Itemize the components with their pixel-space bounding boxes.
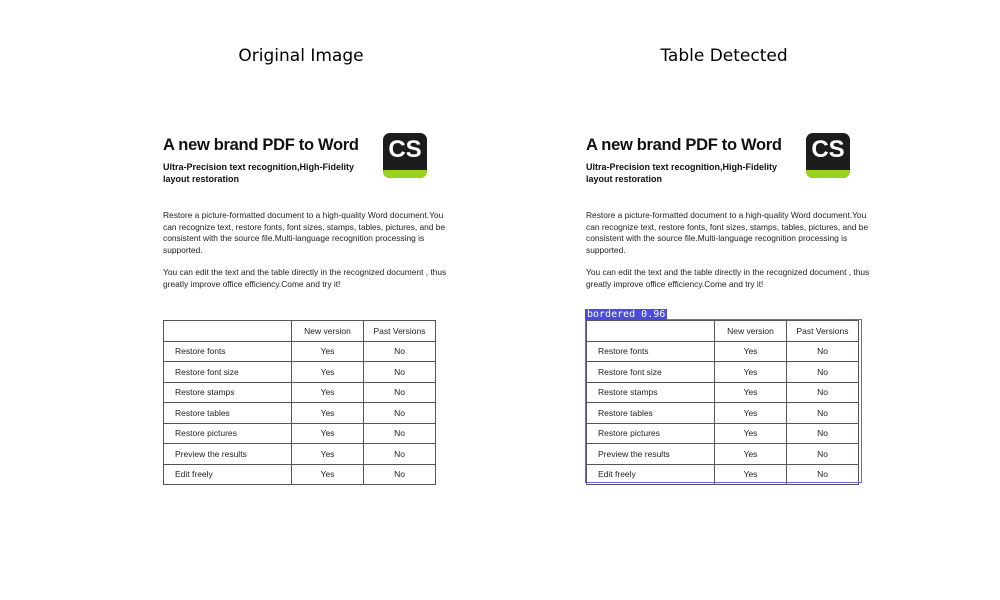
table-cell: Edit freely bbox=[163, 463, 292, 485]
table-cell: Yes bbox=[291, 443, 364, 465]
comparison-table: New version Past Versions Restore fonts Y… bbox=[586, 320, 859, 485]
table-cell: Restore pictures bbox=[163, 422, 292, 444]
table-cell: No bbox=[363, 381, 436, 403]
table-cell: Yes bbox=[291, 361, 364, 383]
table-header-cell: Past Versions bbox=[786, 320, 859, 342]
table-cell: Yes bbox=[714, 361, 787, 383]
table-cell: No bbox=[363, 402, 436, 424]
document-subtitle: Ultra-Precision text recognition,High-Fi… bbox=[586, 162, 778, 184]
table-cell: No bbox=[786, 361, 859, 383]
table-row: Preview the results Yes No bbox=[586, 443, 859, 465]
table-header-row: New version Past Versions bbox=[586, 320, 859, 342]
original-document: A new brand PDF to Word Ultra-Precision … bbox=[163, 130, 463, 490]
table-cell: No bbox=[786, 340, 859, 362]
table-cell: Yes bbox=[291, 381, 364, 403]
document-paragraph-1: Restore a picture-formatted document to … bbox=[163, 210, 446, 255]
table-cell: Yes bbox=[291, 340, 364, 362]
table-cell: Restore stamps bbox=[586, 381, 715, 403]
document-paragraph-1: Restore a picture-formatted document to … bbox=[586, 210, 869, 255]
table-header-row: New version Past Versions bbox=[163, 320, 436, 342]
table-row: Restore tables Yes No bbox=[586, 402, 859, 424]
table-cell: No bbox=[786, 381, 859, 403]
table-cell: No bbox=[786, 422, 859, 444]
detection-label: bordered 0.96 bbox=[585, 309, 668, 320]
table-cell: No bbox=[786, 463, 859, 485]
document-paragraph-2: You can edit the text and the table dire… bbox=[163, 267, 447, 289]
logo-text: CS bbox=[388, 136, 422, 163]
document-title: A new brand PDF to Word bbox=[586, 136, 782, 154]
table-cell: No bbox=[363, 443, 436, 465]
table-cell: Yes bbox=[714, 463, 787, 485]
table-cell: No bbox=[363, 422, 436, 444]
table-row: Restore stamps Yes No bbox=[586, 381, 859, 403]
detected-document: A new brand PDF to Word Ultra-Precision … bbox=[585, 130, 886, 490]
table-row: Restore stamps Yes No bbox=[163, 381, 436, 403]
table-cell: No bbox=[363, 463, 436, 485]
table-cell: Edit freely bbox=[586, 463, 715, 485]
table-cell: Yes bbox=[714, 381, 787, 403]
logo-text: CS bbox=[811, 136, 845, 163]
table-row: Restore fonts Yes No bbox=[586, 340, 859, 362]
document-title: A new brand PDF to Word bbox=[163, 136, 359, 154]
comparison-table: New version Past Versions Restore fonts Y… bbox=[163, 320, 436, 485]
document-subtitle: Ultra-Precision text recognition,High-Fi… bbox=[163, 162, 355, 184]
table-cell: Yes bbox=[714, 443, 787, 465]
left-panel-title: Original Image bbox=[238, 46, 364, 66]
document-paragraph-2: You can edit the text and the table dire… bbox=[586, 267, 870, 289]
table-cell: Restore fonts bbox=[163, 340, 292, 362]
camscanner-logo-icon: CS bbox=[806, 133, 850, 178]
table-row: Restore tables Yes No bbox=[163, 402, 436, 424]
table-cell: Restore tables bbox=[163, 402, 292, 424]
table-cell: No bbox=[363, 340, 436, 362]
table-row: Restore font size Yes No bbox=[163, 361, 436, 383]
table-cell: Yes bbox=[291, 463, 364, 485]
table-cell: Preview the results bbox=[586, 443, 715, 465]
table-cell: Yes bbox=[291, 422, 364, 444]
table-row: Edit freely Yes No bbox=[586, 463, 859, 485]
table-header-cell: New version bbox=[714, 320, 787, 342]
table-cell: Restore stamps bbox=[163, 381, 292, 403]
table-header-cell: New version bbox=[291, 320, 364, 342]
table-header-cell: Past Versions bbox=[363, 320, 436, 342]
table-cell: Preview the results bbox=[163, 443, 292, 465]
table-row: Preview the results Yes No bbox=[163, 443, 436, 465]
table-row: Edit freely Yes No bbox=[163, 463, 436, 485]
table-cell: Restore font size bbox=[163, 361, 292, 383]
table-cell: No bbox=[786, 443, 859, 465]
table-cell: No bbox=[363, 361, 436, 383]
table-row: Restore pictures Yes No bbox=[163, 422, 436, 444]
table-row: Restore pictures Yes No bbox=[586, 422, 859, 444]
table-header-cell bbox=[586, 320, 715, 342]
table-cell: Yes bbox=[291, 402, 364, 424]
table-cell: Yes bbox=[714, 340, 787, 362]
table-cell: Restore tables bbox=[586, 402, 715, 424]
table-cell: Yes bbox=[714, 402, 787, 424]
table-row: Restore fonts Yes No bbox=[163, 340, 436, 362]
table-cell: Restore pictures bbox=[586, 422, 715, 444]
logo-accent-bar bbox=[383, 170, 427, 178]
right-panel-title: Table Detected bbox=[660, 46, 788, 66]
table-cell: Restore fonts bbox=[586, 340, 715, 362]
table-cell: No bbox=[786, 402, 859, 424]
table-cell: Restore font size bbox=[586, 361, 715, 383]
table-header-cell bbox=[163, 320, 292, 342]
logo-accent-bar bbox=[806, 170, 850, 178]
camscanner-logo-icon: CS bbox=[383, 133, 427, 178]
table-row: Restore font size Yes No bbox=[586, 361, 859, 383]
table-cell: Yes bbox=[714, 422, 787, 444]
